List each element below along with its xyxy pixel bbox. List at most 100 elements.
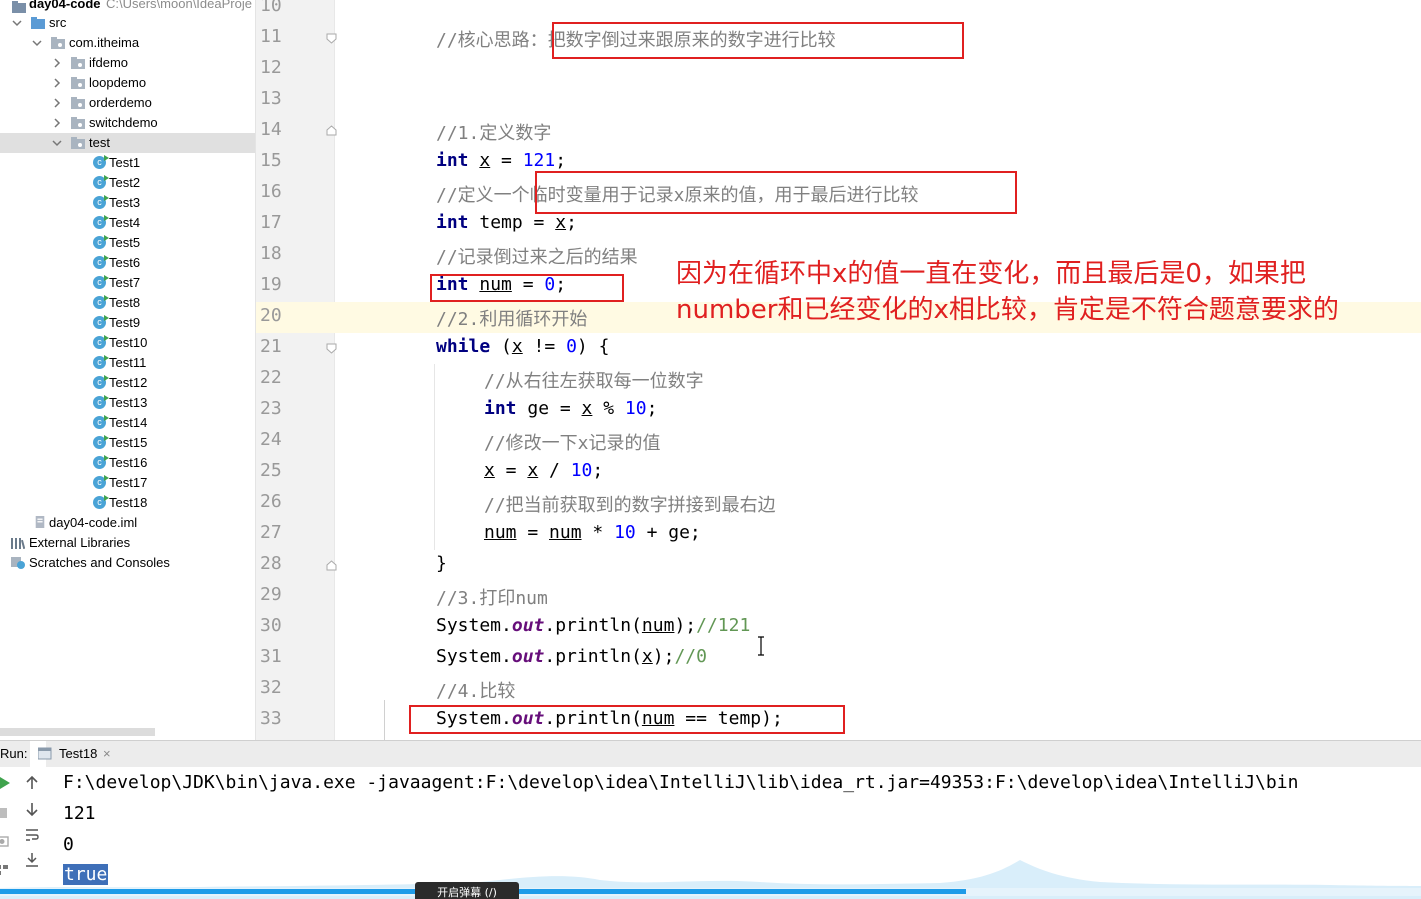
- code-line-28[interactable]: }: [436, 553, 447, 574]
- danmaku-toggle-tooltip[interactable]: 开启弹幕 (/): [415, 882, 519, 899]
- code-line-14[interactable]: //1.定义数字: [436, 119, 551, 145]
- tree-item-class[interactable]: c Test12: [0, 373, 255, 393]
- java-class-icon: c: [93, 415, 109, 429]
- tree-item-folder[interactable]: switchdemo: [0, 113, 255, 133]
- tree-item-class[interactable]: c Test17: [0, 473, 255, 493]
- tree-label: Test2: [109, 175, 141, 190]
- tree-item-class[interactable]: c Test18: [0, 493, 255, 513]
- tree-item-folder[interactable]: ifdemo: [0, 53, 255, 73]
- tree-item-class[interactable]: c Test2: [0, 173, 255, 193]
- tree-label: loopdemo: [89, 75, 147, 90]
- variable: x: [479, 150, 491, 171]
- tree-item-class[interactable]: c Test1: [0, 153, 255, 173]
- fold-marker-icon[interactable]: [326, 560, 337, 571]
- code-line-29[interactable]: //3.打印num: [436, 584, 548, 610]
- comment: //0: [674, 646, 707, 667]
- project-tree[interactable]: day04-code C:\Users\moon\IdeaProje src c…: [0, 0, 256, 740]
- tree-project-root[interactable]: day04-code C:\Users\moon\IdeaProje: [0, 0, 255, 14]
- code-line-27[interactable]: num = num * 10 + ge;: [484, 522, 701, 543]
- code-line-20[interactable]: //2.利用循环开始: [436, 305, 587, 331]
- tree-label: Test8: [109, 295, 141, 310]
- package-icon: [51, 37, 65, 49]
- code-line-26[interactable]: //把当前获取到的数字拼接到最右边: [484, 491, 776, 517]
- tree-label: Test17: [109, 475, 148, 490]
- code-line-15[interactable]: int x = 121;: [436, 150, 566, 171]
- chevron-down-icon[interactable]: [32, 38, 42, 48]
- code-line-31[interactable]: System.out.println(x);//0: [436, 646, 707, 667]
- code-text: ge =: [516, 398, 582, 419]
- tree-label: Test6: [109, 255, 141, 270]
- tree-item-class[interactable]: c Test13: [0, 393, 255, 413]
- tree-item-class[interactable]: c Test9: [0, 313, 255, 333]
- code-line-17[interactable]: int temp = x;: [436, 212, 577, 233]
- tree-label: Test11: [109, 355, 147, 370]
- tree-item-scratches[interactable]: Scratches and Consoles: [0, 553, 255, 573]
- tree-item-class[interactable]: c Test3: [0, 193, 255, 213]
- annotation-line: 因为在循环中x的值一直在变化，而且最后是0，如果把: [676, 259, 1306, 289]
- highlight-box: [535, 171, 1017, 214]
- soft-wrap-icon[interactable]: [24, 827, 40, 843]
- tree-label: Test16: [109, 455, 148, 470]
- tree-item-class[interactable]: c Test10: [0, 333, 255, 353]
- tree-item-class[interactable]: c Test15: [0, 433, 255, 453]
- line-number: 14: [260, 119, 282, 140]
- code-line-24[interactable]: //修改一下x记录的值: [484, 429, 661, 455]
- tree-label: External Libraries: [29, 535, 131, 550]
- rerun-icon[interactable]: [0, 775, 12, 791]
- code-text: =: [494, 460, 528, 481]
- annotation-line: number和已经变化的x相比较，肯定是不符合题意要求的: [676, 295, 1339, 325]
- code-line-25[interactable]: x = x / 10;: [484, 460, 603, 481]
- chevron-right-icon[interactable]: [52, 58, 62, 68]
- code-line-30[interactable]: System.out.println(num);//121: [436, 615, 750, 636]
- line-number: 27: [260, 522, 282, 543]
- code-line-18[interactable]: //记录倒过来之后的结果: [436, 243, 638, 269]
- tree-item-class[interactable]: c Test4: [0, 213, 255, 233]
- tree-item-class[interactable]: c Test16: [0, 453, 255, 473]
- camera-icon[interactable]: [0, 833, 10, 849]
- tree-item-class[interactable]: c Test7: [0, 273, 255, 293]
- tree-item-package[interactable]: com.itheima: [0, 33, 255, 53]
- run-tab-test18[interactable]: Test18 ×: [30, 741, 111, 767]
- fold-marker-icon[interactable]: [326, 125, 337, 136]
- chevron-down-icon[interactable]: [12, 18, 22, 28]
- fold-marker-icon[interactable]: [326, 33, 337, 44]
- tree-item-external-libraries[interactable]: External Libraries: [0, 533, 255, 553]
- close-icon[interactable]: ×: [103, 746, 111, 761]
- chevron-right-icon[interactable]: [52, 98, 62, 108]
- code-text: .println(: [544, 646, 642, 667]
- tree-item-folder[interactable]: loopdemo: [0, 73, 255, 93]
- tree-item-test[interactable]: test: [0, 133, 255, 153]
- tree-item-class[interactable]: c Test6: [0, 253, 255, 273]
- stop-icon[interactable]: [0, 805, 10, 821]
- project-folder-icon: [12, 1, 26, 13]
- chevron-down-icon[interactable]: [52, 138, 62, 148]
- code-line-23[interactable]: int ge = x % 10;: [484, 398, 657, 419]
- tree-horizontal-scrollbar[interactable]: [0, 728, 155, 736]
- variable: x: [484, 460, 495, 481]
- code-text: ;: [646, 398, 658, 419]
- code-line-32[interactable]: //4.比较: [436, 677, 515, 703]
- arrow-up-icon[interactable]: [24, 775, 40, 791]
- tree-item-iml[interactable]: day04-code.iml: [0, 513, 255, 533]
- chevron-right-icon[interactable]: [52, 78, 62, 88]
- line-number: 23: [260, 398, 282, 419]
- tree-item-src[interactable]: src: [0, 13, 255, 33]
- package-icon: [71, 77, 85, 89]
- highlight-box: [409, 705, 845, 734]
- number-literal: 0: [566, 336, 577, 357]
- java-class-icon: c: [93, 215, 109, 229]
- code-line-21[interactable]: while (x != 0) {: [436, 336, 609, 357]
- tree-item-class[interactable]: c Test11: [0, 353, 255, 373]
- tree-item-class[interactable]: c Test14: [0, 413, 255, 433]
- variable: x: [511, 336, 523, 357]
- fold-marker-icon[interactable]: [326, 343, 337, 354]
- tree-label: Scratches and Consoles: [29, 555, 170, 570]
- tree-label: Test9: [109, 315, 141, 330]
- tree-item-class[interactable]: c Test8: [0, 293, 255, 313]
- arrow-down-icon[interactable]: [24, 801, 40, 817]
- chevron-right-icon[interactable]: [52, 118, 62, 128]
- tree-item-class[interactable]: c Test5: [0, 233, 255, 253]
- tree-item-folder[interactable]: orderdemo: [0, 93, 255, 113]
- java-class-icon: c: [93, 455, 109, 469]
- code-line-22[interactable]: //从右往左获取每一位数字: [484, 367, 704, 393]
